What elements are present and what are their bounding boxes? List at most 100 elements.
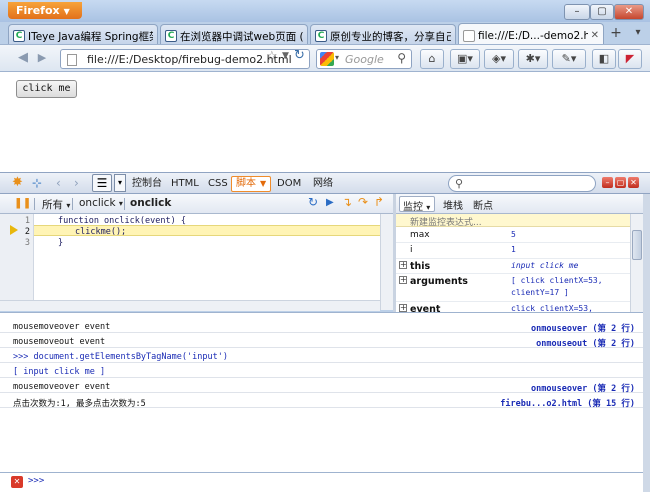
tab-list-button[interactable]: ▾: [630, 24, 646, 42]
watch-vertical-scrollbar[interactable]: [630, 214, 643, 312]
back-button[interactable]: ◀: [14, 49, 32, 69]
firebug-minimize-icon[interactable]: –: [602, 177, 613, 188]
search-icon[interactable]: ⚲: [397, 51, 406, 65]
step-over-icon[interactable]: ↷: [358, 195, 368, 209]
console-source-link[interactable]: firebu...o2.html (第 15 行): [500, 397, 635, 409]
line-number[interactable]: 3: [18, 238, 30, 248]
tab-demo-file[interactable]: file:///E:/D...-demo2.html ✕: [458, 23, 604, 44]
panel-menu-dropdown-icon[interactable]: ▾: [114, 174, 126, 192]
url-text: file:///E:/Desktop/firebug-demo2.html: [87, 53, 292, 66]
code-line: }: [58, 238, 64, 248]
rerun-icon[interactable]: ↻: [308, 195, 318, 209]
error-icon[interactable]: ✕: [11, 476, 23, 488]
tab-watch[interactable]: 监控 ▾: [399, 196, 435, 213]
step-out-icon[interactable]: ↱: [374, 195, 384, 209]
bookmark-star-icon[interactable]: ☆: [266, 49, 278, 64]
watch-row[interactable]: max 5: [396, 228, 630, 243]
tab-html[interactable]: HTML: [171, 177, 199, 193]
tab-dom[interactable]: DOM: [277, 177, 301, 193]
tab-css[interactable]: CSS: [208, 177, 228, 193]
step-into-icon[interactable]: ↴: [342, 195, 352, 209]
pause-icon[interactable]: ❚❚: [14, 197, 32, 209]
script-file-menu[interactable]: onclick ▾: [79, 197, 123, 209]
all-scripts-label: 所有: [42, 199, 63, 211]
console-row: 点击次数为:1, 最多点击次数为:5 firebu...o2.html (第 1…: [0, 393, 643, 409]
code-vertical-scrollbar[interactable]: [380, 214, 393, 310]
expand-icon[interactable]: +: [399, 276, 407, 284]
tab-blog[interactable]: C 原创专业的博客，分享自己...: [310, 24, 456, 44]
new-tab-button[interactable]: +: [607, 24, 625, 42]
all-scripts-menu[interactable]: 所有 ▾: [42, 197, 70, 212]
firebug-close-icon[interactable]: ✕: [628, 177, 639, 188]
dropdown-arrow-icon: ▾: [66, 201, 71, 210]
click-me-button[interactable]: click me: [16, 80, 77, 98]
firebug-search-input[interactable]: ⚲: [448, 175, 596, 192]
scrollbar-thumb[interactable]: [632, 230, 642, 260]
function-breadcrumb[interactable]: onclick: [130, 197, 171, 209]
code-horizontal-scrollbar[interactable]: [0, 300, 380, 311]
search-box[interactable]: ▾ Google ⚲: [316, 49, 412, 69]
console-message: mousemoveover event: [13, 382, 111, 392]
watch-value: click clientX=53,: [511, 304, 593, 312]
engine-dropdown-icon[interactable]: ▾: [335, 53, 339, 62]
line-number[interactable]: 1: [18, 216, 30, 226]
close-window-button[interactable]: ✕: [614, 4, 644, 20]
line-number[interactable]: 2: [18, 227, 30, 237]
addon-icon[interactable]: ◈▾: [484, 49, 514, 69]
google-icon: [320, 52, 334, 66]
window-edge: [643, 194, 650, 492]
tab-net[interactable]: 网络: [313, 177, 333, 193]
tab-stack[interactable]: 堆栈: [443, 197, 463, 212]
minimize-button[interactable]: –: [564, 4, 590, 20]
firebug-bug-icon[interactable]: ✱▾: [518, 49, 548, 69]
watch-row[interactable]: + this input click me: [396, 259, 630, 274]
tab-title: file:///E:/D...-demo2.html: [478, 29, 588, 42]
maximize-button[interactable]: ▢: [590, 4, 614, 20]
watch-name: this: [410, 261, 431, 272]
tab-console[interactable]: 控制台: [132, 177, 162, 193]
script-file-label: onclick: [79, 197, 116, 209]
firefox-menu-button[interactable]: Firefox ▼: [8, 2, 82, 19]
tab-debug-article[interactable]: C 在浏览器中调试web页面 ( ...: [160, 24, 308, 44]
ruler-icon[interactable]: ◧: [592, 49, 616, 69]
firefox-menu-label: Firefox: [16, 4, 60, 17]
nav-back-icon[interactable]: ‹: [56, 176, 61, 190]
tab-iteye[interactable]: C ITeye Java编程 Spring框架 ...: [8, 24, 158, 44]
color-picker-icon[interactable]: ✎▾: [552, 49, 586, 69]
expand-icon[interactable]: +: [399, 261, 407, 269]
downloads-icon[interactable]: ▣▾: [450, 49, 480, 69]
tab-title: 在浏览器中调试web页面 ( ...: [180, 30, 303, 43]
forward-button[interactable]: ▶: [34, 49, 50, 69]
firebug-icon[interactable]: ✸: [12, 175, 23, 190]
tab-script-label: 脚本: [236, 178, 256, 189]
console-result[interactable]: [ input click me ]: [13, 367, 105, 377]
watch-row[interactable]: i 1: [396, 243, 630, 259]
inspect-icon[interactable]: ⊹: [32, 176, 42, 190]
continue-icon[interactable]: ▶: [326, 197, 334, 208]
watch-name: arguments: [410, 276, 468, 287]
dropdown-arrow-icon: ▾: [426, 203, 431, 212]
script-toolbar: ❚❚ 所有 ▾ onclick ▾ onclick ↻ ▶ ↴ ↷ ↱: [0, 194, 393, 214]
url-history-dropdown-icon[interactable]: ▼: [282, 51, 289, 61]
site-favicon-icon: C: [315, 30, 327, 42]
home-icon[interactable]: ⌂: [420, 49, 444, 69]
adblock-icon[interactable]: ◤: [618, 49, 642, 69]
nav-forward-icon[interactable]: ›: [74, 176, 79, 190]
command-line[interactable]: ✕ >>>: [0, 472, 643, 492]
tab-breakpoints[interactable]: 断点: [473, 197, 493, 212]
watch-name: i: [410, 245, 413, 255]
console-row: mousemoveover event onmouseover (第 2 行): [0, 318, 643, 334]
tab-bar: C ITeye Java编程 Spring框架 ... C 在浏览器中调试web…: [0, 22, 650, 44]
expand-icon[interactable]: +: [399, 304, 407, 312]
firebug-detach-icon[interactable]: ▢: [615, 177, 626, 188]
watch-row[interactable]: + arguments [ click clientX=53, clientY=…: [396, 274, 630, 302]
close-tab-icon[interactable]: ✕: [591, 30, 599, 41]
search-icon: ⚲: [455, 177, 464, 190]
tab-script[interactable]: 脚本 ▼: [231, 176, 271, 192]
search-placeholder: Google: [345, 53, 384, 66]
reload-icon[interactable]: ↻: [294, 48, 305, 63]
panel-menu-icon[interactable]: ☰: [92, 174, 112, 192]
watch-row[interactable]: + event click clientX=53,: [396, 302, 630, 312]
dropdown-arrow-icon: ▾: [118, 199, 123, 208]
new-watch-expression[interactable]: 新建监控表达式...: [396, 214, 630, 228]
